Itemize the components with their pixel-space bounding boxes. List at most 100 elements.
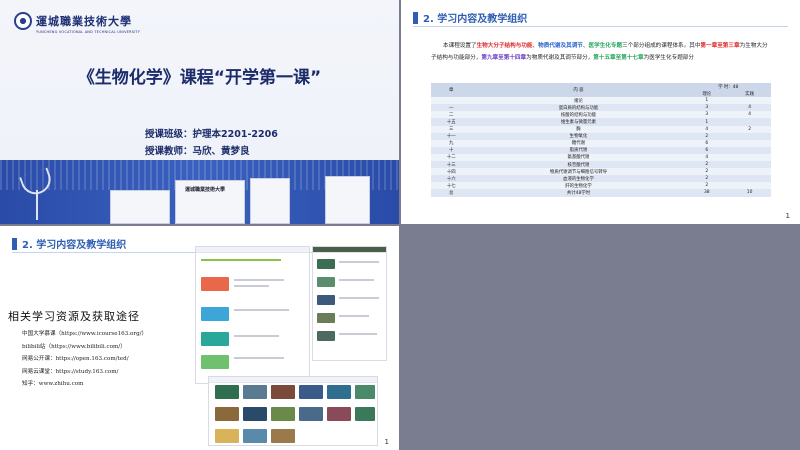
table-row: 十六 血液的生物化学 2 [431, 175, 771, 183]
slide-1-thumbnail[interactable]: 運城職業技術大學 YUNCHENG VOCATIONAL AND TECHNIC… [0, 0, 399, 224]
cell-practice [728, 97, 771, 104]
cell-content: 共计48学时 [566, 190, 591, 196]
cell-theory: 38 [704, 190, 710, 196]
resources-list: 中国大学慕课（https://www.icourse163.org/） bilib… [22, 328, 147, 391]
slide-3-thumbnail[interactable]: 2. 学习内容及教学组织 相关学习资源及获取途径 中国大学慕课（https://… [0, 226, 399, 450]
section-title: 2. 学习内容及教学组织 [423, 14, 528, 25]
cell-chapter [431, 97, 472, 104]
cell-content: 糖代谢 [571, 141, 586, 147]
cell-theory: 6 [705, 147, 709, 153]
table-row: 十四 物质代谢调节与细胞信号转导 2 [431, 168, 771, 176]
table-row: 十 脂质代谢 6 [431, 146, 771, 154]
cell-chapter: 十一 [446, 134, 456, 140]
section-header: 2. 学习内容及教学组织 [12, 236, 126, 251]
university-name-en: YUNCHENG VOCATIONAL AND TECHNICAL UNIVER… [36, 30, 141, 34]
table-row: 三 酶 4 2 [431, 125, 771, 133]
page-number: 1 [785, 212, 790, 220]
table-row: 一 蛋白质的结构与功能 3 4 [431, 104, 771, 112]
table-row: 十二 氨基酸代谢 4 [431, 153, 771, 162]
cell-content: 血液的生物化学 [563, 176, 594, 182]
table-row: 十三 核苷酸代谢 2 [431, 161, 771, 169]
university-name-cn: 運城職業技術大學 [36, 15, 132, 28]
table-row: 九 糖代谢 6 [431, 139, 771, 147]
cell-chapter: 十六 [446, 176, 456, 182]
building-sign: 運城職業技術大學 [185, 187, 226, 193]
resource-item: 知乎：www.zhihu.com [22, 381, 84, 387]
cell-theory: 4 [705, 154, 709, 160]
cell-chapter: 九 [449, 141, 454, 147]
cell-content: 氨基酸代谢 [567, 155, 590, 161]
cell-theory: 3 [705, 105, 709, 111]
resource-item: bilibili站（https://www.bilibili.com/） [22, 343, 126, 350]
page-number: 1 [384, 438, 389, 446]
cell-content: 核酸的结构与功能 [560, 112, 597, 118]
resource-item: 中国大学慕课（https://www.icourse163.org/） [22, 331, 148, 337]
cell-chapter: 一 [449, 105, 454, 111]
cell-content: 脂质代谢 [569, 148, 588, 154]
teacher-info: 授课教师：马欣、黄梦良 [145, 146, 250, 157]
cell-content: 肝的生物化学 [565, 183, 592, 189]
cell-chapter: 十 [449, 148, 454, 154]
slide-2-thumbnail[interactable]: 2. 学习内容及教学组织 本课程设置了生物大分子结构与功能、物质代谢及其调节、医… [401, 0, 800, 224]
cell-practice [728, 161, 771, 168]
cell-practice [728, 140, 771, 147]
header-divider [413, 26, 788, 27]
cell-chapter: 二 [449, 112, 454, 118]
cell-content: 物质代谢调节与细胞信号转导 [549, 169, 608, 175]
cell-practice: 2 [748, 126, 751, 132]
cell-practice [728, 154, 771, 161]
cell-content: 维生素与微量元素 [560, 120, 597, 126]
cell-chapter: 十三 [446, 162, 456, 168]
cell-practice [728, 147, 771, 154]
cell-theory: 1 [705, 119, 709, 125]
section-title: 2. 学习内容及教学组织 [22, 240, 127, 251]
cell-chapter: 十四 [446, 169, 456, 175]
resource-item: 网易云课堂：https://study.163.com/ [22, 368, 119, 375]
university-emblem-icon [14, 12, 32, 30]
cell-chapter: 总 [449, 190, 454, 196]
header-practice: 实践 [745, 91, 754, 97]
resource-item: 网易公开课：https://open.163.com/ted/ [22, 356, 129, 362]
university-logo: 運城職業技術大學 [14, 12, 132, 30]
cell-chapter: 十七 [446, 183, 456, 189]
cell-content: 绪论 [574, 98, 583, 104]
table-row: 总 共计48学时 38 10 [431, 189, 771, 197]
cell-theory: 2 [705, 183, 709, 189]
cell-theory: 1 [705, 98, 709, 104]
video-course-screenshot [208, 376, 378, 446]
class-info: 授课班级：护理本2201-2206 [145, 129, 278, 140]
cell-practice [728, 118, 771, 125]
syllabus-table: 章 内 容 学 时：48 理论 实践 绪论 1 一 蛋白质的结构与功能 3 4 二 核酸的结构… [431, 83, 771, 197]
cell-practice [728, 168, 771, 175]
mooc-website-screenshot [195, 246, 310, 384]
cell-practice: 4 [748, 105, 751, 111]
header-theory: 理论 [702, 91, 712, 97]
cell-theory: 4 [705, 126, 709, 132]
slide-sorter: 運城職業技術大學 YUNCHENG VOCATIONAL AND TECHNIC… [0, 0, 800, 450]
section-marker [12, 237, 17, 250]
section-header: 2. 学习内容及教学组织 [413, 10, 527, 25]
cell-practice [728, 133, 771, 140]
cell-practice: 4 [748, 112, 751, 118]
table-row: 十一 生物氧化 2 [431, 132, 771, 140]
cell-practice [728, 182, 771, 189]
cell-theory: 6 [705, 140, 709, 146]
header-chapter: 章 [449, 88, 454, 94]
cell-chapter: 十二 [446, 155, 456, 161]
cell-content: 核苷酸代谢 [567, 162, 590, 168]
cell-content: 酶 [576, 127, 581, 133]
cell-theory: 2 [705, 176, 709, 182]
cell-practice [728, 175, 771, 182]
empty-slide-area [401, 226, 800, 450]
resources-title: 相关学习资源及获取途径 [8, 310, 140, 323]
cell-chapter: 三 [449, 127, 454, 133]
header-content: 内 容 [573, 88, 584, 94]
table-row: 十七 肝的生物化学 2 [431, 182, 771, 190]
course-title: 《生物化学》课程“开学第一课” [77, 68, 322, 88]
table-row: 十五 维生素与微量元素 1 [431, 118, 771, 126]
cell-chapter: 十五 [446, 120, 456, 126]
cell-practice: 10 [746, 190, 753, 196]
cell-content: 蛋白质的结构与功能 [558, 105, 599, 111]
cell-theory: 3 [705, 112, 709, 118]
cell-theory: 2 [705, 169, 709, 175]
